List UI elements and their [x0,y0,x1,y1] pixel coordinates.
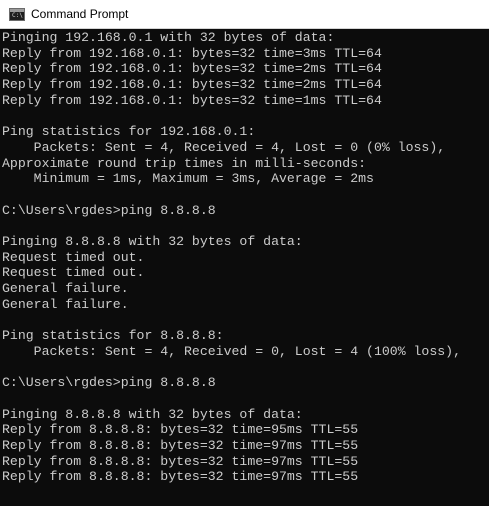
console-line: Pinging 192.168.0.1 with 32 bytes of dat… [2,30,335,45]
console-line: Ping statistics for 192.168.0.1: [2,124,256,140]
console-line: Request timed out. [2,265,145,281]
command-prompt-icon[interactable]: C:\ [9,8,25,21]
console-line: Reply from 192.168.0.1: bytes=32 time=3m… [2,45,382,61]
console-line: C:\Users\rgdes>ping 8.8.8.8 [2,375,216,391]
console-line: C:\Users\rgdes>ping 8.8.8.8 [2,202,216,218]
console-line: Minimum = 1ms, Maximum = 3ms, Average = … [2,171,374,187]
console-line: General failure. [2,281,129,296]
console-line: Approximate round trip times in milli-se… [2,155,367,171]
console-line: Pinging 8.8.8.8 with 32 bytes of data: [2,233,303,249]
window-title: Command Prompt [31,7,129,21]
command-prompt-window: C:\ Command Prompt Pinging 192.168.0.1 w… [0,0,489,506]
console-line: Reply from 192.168.0.1: bytes=32 time=1m… [2,92,382,108]
console-line: Ping statistics for 8.8.8.8: [2,328,224,344]
console-line: Reply from 8.8.8.8: bytes=32 time=97ms T… [2,469,359,485]
console-line: Reply from 192.168.0.1: bytes=32 time=2m… [2,77,382,93]
console-line: Packets: Sent = 4, Received = 0, Lost = … [2,343,461,359]
console-line: Reply from 8.8.8.8: bytes=32 time=95ms T… [2,422,359,438]
console-line: Reply from 8.8.8.8: bytes=32 time=97ms T… [2,453,359,469]
console-line: Reply from 192.168.0.1: bytes=32 time=2m… [2,61,382,77]
console-line: General failure. [2,296,129,312]
console-line: Packets: Sent = 4, Received = 4, Lost = … [2,139,446,155]
console-line: Reply from 8.8.8.8: bytes=32 time=97ms T… [2,437,359,453]
console-line: Request timed out. [2,249,145,265]
console-line: Pinging 8.8.8.8 with 32 bytes of data: [2,406,303,422]
title-bar[interactable]: C:\ Command Prompt [0,0,489,29]
console-output[interactable]: Pinging 192.168.0.1 with 32 bytes of dat… [2,30,487,506]
